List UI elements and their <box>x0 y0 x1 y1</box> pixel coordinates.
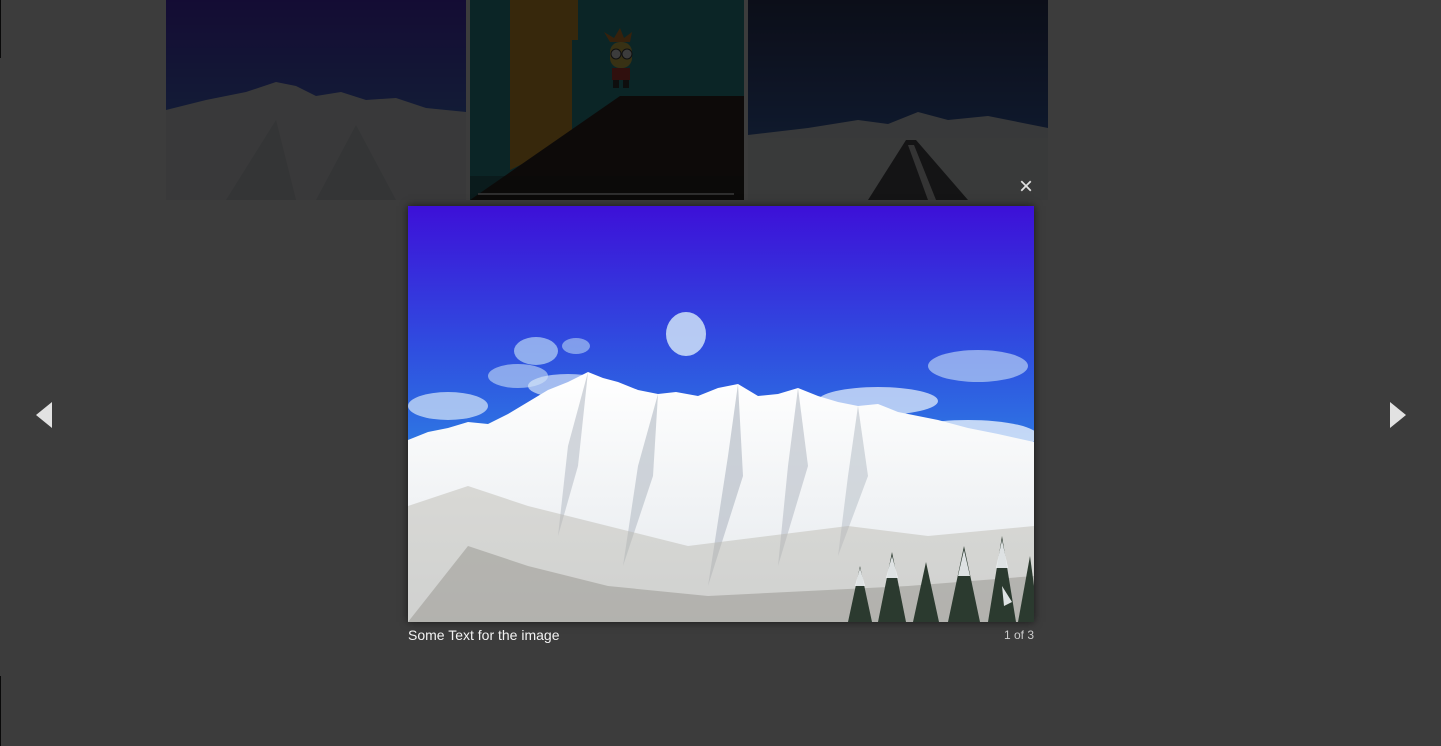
lightbox: × Some Text for the image 1 of 3 <box>0 0 1441 746</box>
mountain-photo <box>408 206 1034 622</box>
image-caption: Some Text for the image <box>408 627 560 643</box>
arrow-left-icon <box>36 402 52 428</box>
next-button[interactable] <box>1368 380 1428 450</box>
previous-button[interactable] <box>14 380 74 450</box>
lightbox-caption-bar: Some Text for the image 1 of 3 <box>408 626 1034 646</box>
image-counter: 1 of 3 <box>1003 628 1034 642</box>
lightbox-image <box>408 206 1034 622</box>
arrow-right-icon <box>1390 402 1406 428</box>
page: × Some Text for the image 1 of 3 <box>0 0 1441 746</box>
close-icon[interactable]: × <box>1012 173 1040 201</box>
